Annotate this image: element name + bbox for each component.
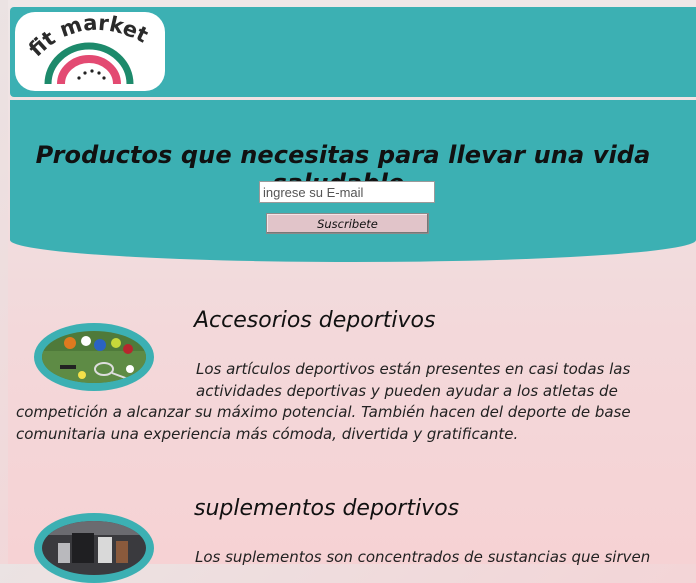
- hero-banner: Productos que necesitas para llevar una …: [10, 100, 696, 262]
- section-title-suplementos: suplementos deportivos: [194, 496, 460, 521]
- section-title-accesorios: Accesorios deportivos: [194, 308, 436, 333]
- site-header: fit market: [10, 7, 696, 97]
- text-wrap-spacer: [16, 359, 196, 402]
- logo-graphic: fit market: [24, 11, 152, 85]
- suplementos-image: [34, 513, 154, 583]
- fit-market-logo[interactable]: fit market: [15, 11, 165, 91]
- supplements-image: [42, 521, 146, 575]
- section-text-suplementos: Los suplementos son concentrados de sust…: [195, 548, 651, 566]
- section-text-accesorios: Los artículos deportivos están presentes…: [16, 359, 656, 445]
- email-input[interactable]: [259, 181, 435, 203]
- subscribe-button[interactable]: Suscribete: [266, 213, 429, 234]
